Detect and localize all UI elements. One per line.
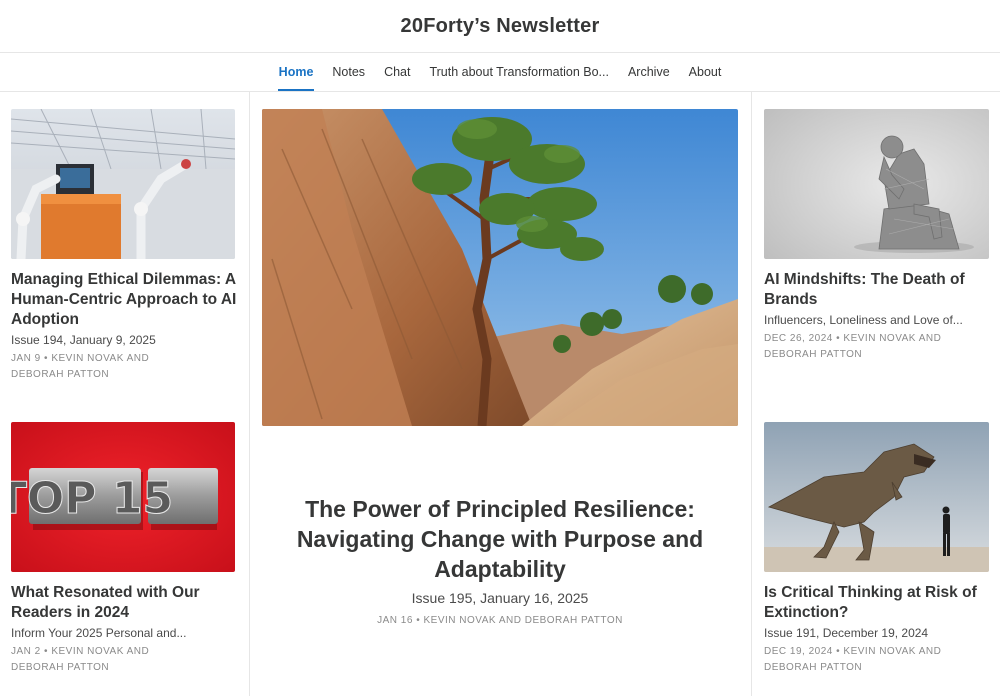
author-link[interactable]: DEBORAH PATTON (764, 349, 862, 360)
post-meta-ethical-dilemmas: JAN 9 • KEVIN NOVAK AND DEBORAH PATTON (11, 351, 241, 383)
author-conjunction: AND (918, 646, 942, 657)
post-date: JAN 16 (377, 615, 413, 626)
author-link[interactable]: DEBORAH PATTON (11, 369, 109, 380)
post-title-critical-thinking[interactable]: Is Critical Thinking at Risk of Extincti… (764, 583, 994, 623)
nav-item-home[interactable]: Home (269, 53, 323, 91)
nav-item-chat[interactable]: Chat (375, 53, 420, 91)
post-date: DEC 19, 2024 (764, 646, 833, 657)
site-title[interactable]: 20Forty’s Newsletter (401, 15, 600, 38)
post-meta-principled-resilience: JAN 16 • KEVIN NOVAK AND DEBORAH PATTON (262, 615, 738, 626)
meta-separator: • (836, 333, 841, 344)
author-conjunction: AND (918, 333, 942, 344)
author-link[interactable]: KEVIN NOVAK (424, 615, 497, 626)
thinker-statue-image[interactable] (764, 109, 989, 259)
author-conjunction: AND (126, 353, 150, 364)
post-title-principled-resilience[interactable]: The Power of Principled Resilience: Navi… (262, 494, 738, 584)
post-meta-top-15: JAN 2 • KEVIN NOVAK AND DEBORAH PATTON (11, 644, 241, 676)
post-date: JAN 9 (11, 353, 41, 364)
post-date: DEC 26, 2024 (764, 333, 833, 344)
top-15-letterpress-image[interactable]: TOP 15 (11, 422, 235, 572)
nav-item-notes[interactable]: Notes (323, 53, 375, 91)
author-link[interactable]: DEBORAH PATTON (525, 615, 623, 626)
main-nav: Home Notes Chat Truth about Transformati… (0, 53, 1000, 92)
meta-separator: • (44, 646, 49, 657)
author-link[interactable]: DEBORAH PATTON (764, 662, 862, 673)
column-divider-left (249, 92, 250, 696)
author-link[interactable]: KEVIN NOVAK (51, 353, 124, 364)
post-subtitle-top-15: Inform Your 2025 Personal and... (11, 626, 187, 640)
post-subtitle-ai-mindshifts: Influencers, Loneliness and Love of... (764, 313, 963, 327)
post-title-ethical-dilemmas[interactable]: Managing Ethical Dilemmas: A Human-Centr… (11, 270, 241, 330)
author-link[interactable]: KEVIN NOVAK (843, 333, 916, 344)
nav-item-about[interactable]: About (679, 53, 731, 91)
column-divider-right (751, 92, 752, 696)
author-link[interactable]: DEBORAH PATTON (11, 662, 109, 673)
author-conjunction: AND (498, 615, 522, 626)
meta-separator: • (44, 353, 49, 364)
author-link[interactable]: KEVIN NOVAK (843, 646, 916, 657)
meta-separator: • (836, 646, 841, 657)
site-header: 20Forty’s Newsletter (0, 0, 1000, 53)
factory-robot-arms-image[interactable] (11, 109, 235, 259)
post-title-ai-mindshifts[interactable]: AI Mindshifts: The Death of Brands (764, 270, 994, 310)
nav-item-archive[interactable]: Archive (618, 53, 679, 91)
meta-separator: • (416, 615, 421, 626)
post-title-top-15[interactable]: What Resonated with Our Readers in 2024 (11, 583, 241, 623)
post-subtitle-principled-resilience: Issue 195, January 16, 2025 (411, 590, 589, 606)
dinosaur-and-man-image[interactable] (764, 422, 989, 572)
post-meta-critical-thinking: DEC 19, 2024 • KEVIN NOVAK AND DEBORAH P… (764, 644, 994, 676)
post-date: JAN 2 (11, 646, 41, 657)
post-subtitle-ethical-dilemmas: Issue 194, January 9, 2025 (11, 333, 156, 347)
nav-item-transformation-book[interactable]: Truth about Transformation Bo... (420, 53, 619, 91)
post-meta-ai-mindshifts: DEC 26, 2024 • KEVIN NOVAK AND DEBORAH P… (764, 331, 994, 363)
author-conjunction: AND (126, 646, 150, 657)
author-link[interactable]: KEVIN NOVAK (51, 646, 124, 657)
top-15-image-text: TOP 15 (11, 473, 173, 524)
post-subtitle-critical-thinking: Issue 191, December 19, 2024 (764, 626, 929, 640)
desert-tree-rocks-image[interactable] (262, 109, 738, 426)
